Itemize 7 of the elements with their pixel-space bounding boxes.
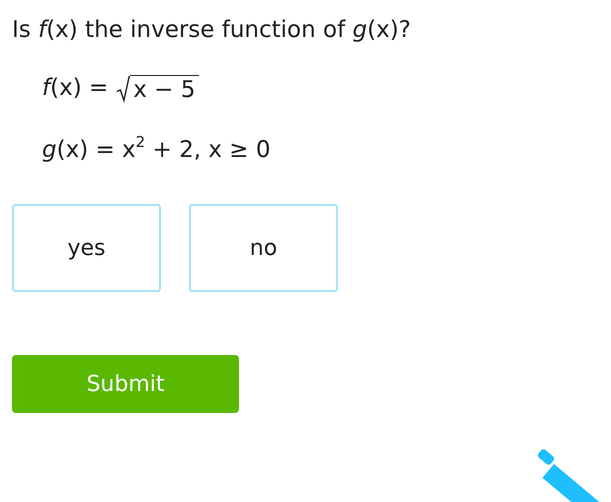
question-text: Is f(x) the inverse function of g(x)?	[12, 16, 412, 45]
answer-choice[interactable]: yes	[12, 204, 161, 292]
equation-text: f(x) =	[42, 74, 108, 103]
radical-icon	[116, 74, 130, 104]
answer-choice[interactable]: no	[189, 204, 338, 292]
radicand-text: x − 5	[130, 75, 200, 104]
equation-text: g(x) = x$^{2}$ + 2, x ≥ 0	[42, 134, 271, 165]
